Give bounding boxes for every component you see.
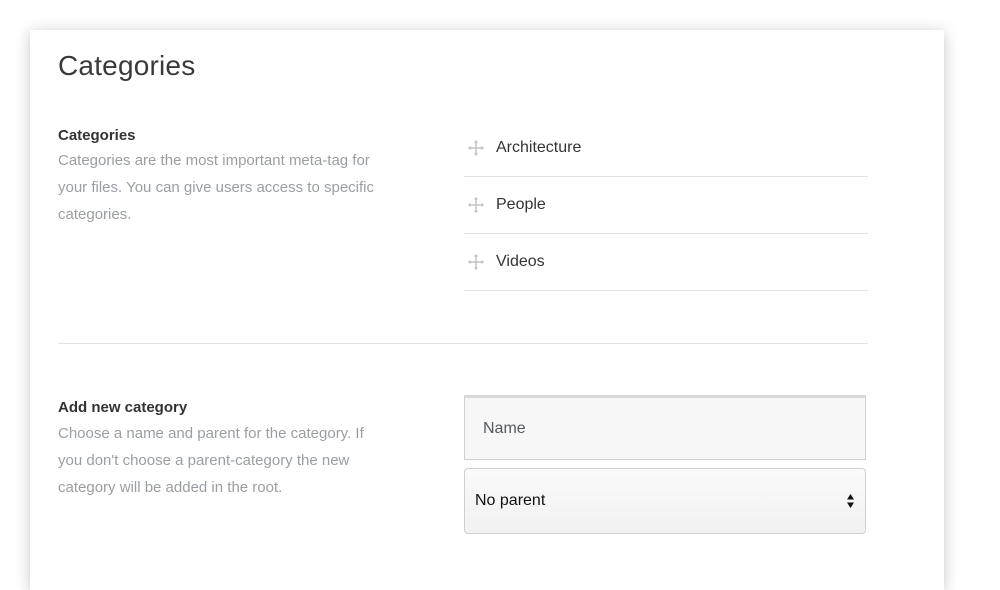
drag-move-icon[interactable]	[467, 253, 485, 271]
category-item-architecture[interactable]: Architecture	[464, 120, 868, 177]
categories-card: Categories Categories Categories are the…	[30, 30, 944, 590]
categories-heading: Categories	[58, 127, 136, 144]
drag-move-icon[interactable]	[467, 196, 485, 214]
category-name-input[interactable]	[464, 395, 866, 460]
categories-description: Categories are the most important meta-t…	[58, 152, 374, 223]
category-label: Videos	[496, 253, 545, 270]
parent-category-select[interactable]: No parent	[464, 468, 866, 534]
add-category-description: Choose a name and parent for the categor…	[58, 425, 364, 496]
category-item-videos[interactable]: Videos	[464, 234, 868, 291]
add-category-heading: Add new category	[58, 399, 188, 416]
category-list: Architecture People Videos	[464, 120, 868, 291]
category-label: People	[496, 196, 546, 213]
page-title: Categories	[58, 50, 196, 81]
section-divider	[58, 343, 868, 344]
parent-select-value: No parent	[475, 492, 546, 509]
select-arrows-icon	[846, 493, 855, 509]
category-label: Architecture	[496, 139, 582, 156]
drag-move-icon[interactable]	[467, 139, 485, 157]
category-item-people[interactable]: People	[464, 177, 868, 234]
